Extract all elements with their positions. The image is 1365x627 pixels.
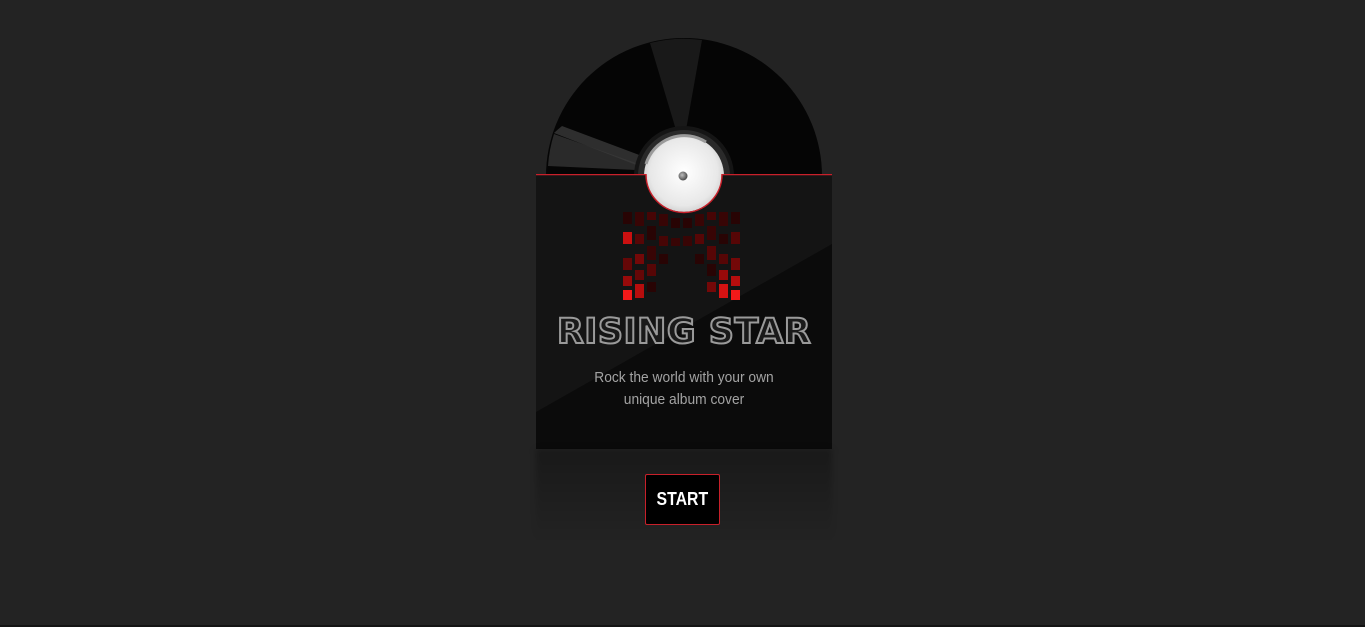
album-sleeve: RISING STAR Rock the world with your own…: [536, 174, 832, 449]
album-title: RISING STAR: [556, 311, 812, 353]
album-subtitle: Rock the world with your own unique albu…: [594, 369, 774, 408]
start-button[interactable]: START: [645, 474, 720, 525]
app-screen: RISING STAR Rock the world with your own…: [0, 0, 1365, 627]
start-button-label: START: [656, 489, 709, 509]
